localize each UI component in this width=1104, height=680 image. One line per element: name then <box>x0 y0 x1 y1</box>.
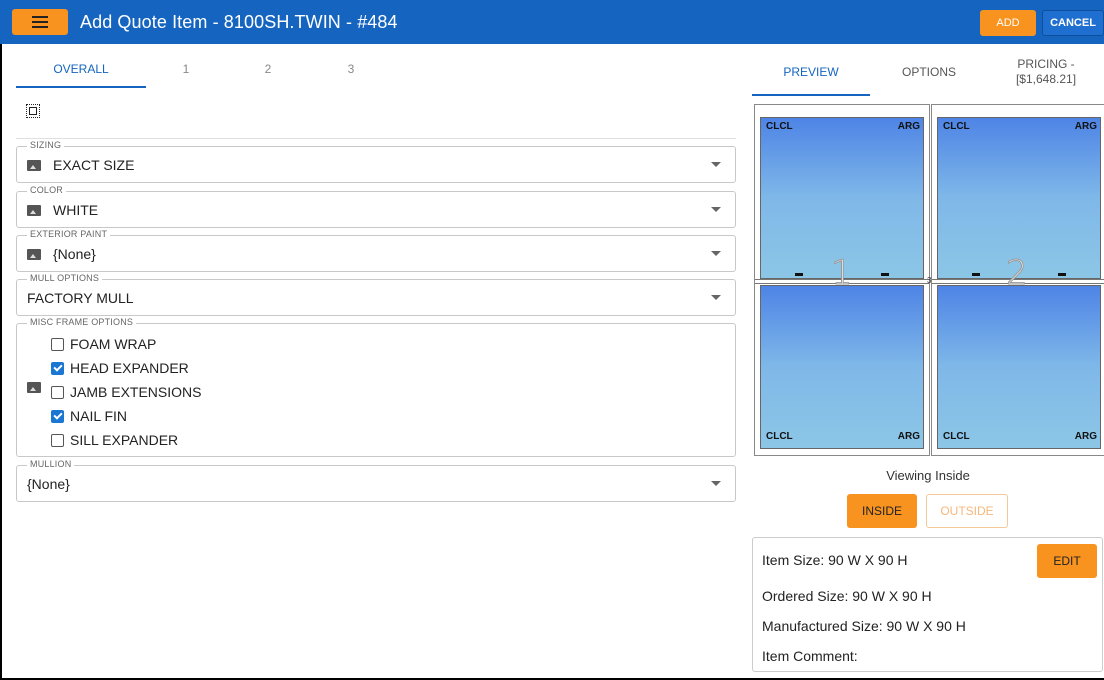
mull-options-value: FACTORY MULL <box>27 290 134 306</box>
mull-options-select[interactable]: MULL OPTIONS FACTORY MULL <box>16 273 736 316</box>
exterior-paint-value: {None} <box>53 246 96 262</box>
checkbox-label: NAIL FIN <box>70 408 128 424</box>
checkbox-checked-icon[interactable] <box>51 361 64 375</box>
bottom-sash-glass: CLCL ARG <box>937 285 1101 449</box>
glass-type-label: CLCL <box>766 431 793 442</box>
item-comment: Item Comment: <box>762 648 858 664</box>
checkbox-icon[interactable] <box>51 433 64 447</box>
gas-type-label: ARG <box>897 121 920 132</box>
checkbox-label: HEAD EXPANDER <box>70 360 189 376</box>
chevron-down-icon <box>711 481 721 486</box>
hamburger-icon <box>32 16 48 28</box>
outside-button[interactable]: OUTSIDE <box>926 494 1008 528</box>
mull-options-legend: MULL OPTIONS <box>27 273 103 283</box>
tab-overall[interactable]: OVERALL <box>16 50 146 88</box>
chevron-down-icon <box>711 251 721 256</box>
manufactured-size: Manufactured Size: 90 W X 90 H <box>762 618 966 634</box>
page-title: Add Quote Item - 8100SH.TWIN - #484 <box>80 12 398 32</box>
checkbox-nail-fin[interactable]: NAIL FIN <box>51 404 201 428</box>
checkbox-label: SILL EXPANDER <box>70 432 179 448</box>
glass-type-label: CLCL <box>943 431 970 442</box>
item-tabs: OVERALL 1 2 3 <box>16 50 736 90</box>
active-tab-indicator <box>16 86 146 88</box>
tab-pricing[interactable]: PRICING - [$1,648.21] <box>988 50 1104 94</box>
image-icon[interactable] <box>27 159 41 171</box>
misc-frame-options: MISC FRAME OPTIONS FOAM WRAP HEAD EXPAND… <box>16 317 736 457</box>
menu-button[interactable] <box>12 9 68 35</box>
color-legend: COLOR <box>27 185 67 195</box>
chevron-down-icon <box>711 295 721 300</box>
color-select[interactable]: COLOR WHITE <box>16 185 736 228</box>
divider <box>16 138 736 139</box>
chevron-down-icon <box>711 207 721 212</box>
viewing-label: Viewing Inside <box>886 468 970 483</box>
tab-2[interactable]: 2 <box>248 50 288 88</box>
unit-number: 2 <box>1006 253 1029 294</box>
select-frame-icon[interactable] <box>26 104 40 118</box>
item-info-panel: Item Size: 90 W X 90 H EDIT Ordered Size… <box>752 537 1103 672</box>
ordered-size: Ordered Size: 90 W X 90 H <box>762 588 932 604</box>
unit-number: 1 <box>831 253 854 294</box>
checkbox-jamb-extensions[interactable]: JAMB EXTENSIONS <box>51 380 201 404</box>
checkbox-head-expander[interactable]: HEAD EXPANDER <box>51 356 201 380</box>
checkbox-icon[interactable] <box>51 337 64 351</box>
mullion-select[interactable]: MULLION {None} <box>16 459 736 502</box>
window-unit-1[interactable]: CLCL ARG CLCL ARG 1 <box>754 104 930 456</box>
exterior-paint-select[interactable]: EXTERIOR PAINT {None} <box>16 229 736 272</box>
window-unit-2[interactable]: CLCL ARG CLCL ARG 2 <box>931 104 1104 456</box>
sizing-select[interactable]: SIZING EXACT SIZE <box>16 140 736 183</box>
sash-lock-icon <box>881 273 889 276</box>
sizing-value: EXACT SIZE <box>53 157 135 173</box>
image-icon[interactable] <box>27 382 41 393</box>
misc-frame-legend: MISC FRAME OPTIONS <box>27 317 137 327</box>
edit-button[interactable]: EDIT <box>1037 544 1097 578</box>
checkbox-checked-icon[interactable] <box>51 409 64 423</box>
tab-3[interactable]: 3 <box>331 50 371 88</box>
mullion-value: {None} <box>27 476 70 492</box>
sizing-legend: SIZING <box>27 140 65 150</box>
image-icon[interactable] <box>27 204 41 216</box>
bottom-sash-glass: CLCL ARG <box>760 285 924 449</box>
header-bar: Add Quote Item - 8100SH.TWIN - #484 ADD … <box>0 0 1104 44</box>
active-tab-indicator <box>752 94 870 96</box>
item-size: Item Size: 90 W X 90 H <box>762 552 908 568</box>
cancel-button[interactable]: CANCEL <box>1042 10 1104 36</box>
sash-lock-icon <box>795 273 803 276</box>
add-button[interactable]: ADD <box>980 10 1036 36</box>
image-icon[interactable] <box>27 248 41 260</box>
checkbox-label: JAMB EXTENSIONS <box>70 384 202 400</box>
tab-options[interactable]: OPTIONS <box>870 50 988 94</box>
checkbox-icon[interactable] <box>51 385 64 399</box>
glass-type-label: CLCL <box>943 121 970 132</box>
tab-preview[interactable]: PREVIEW <box>752 50 870 94</box>
tab-1[interactable]: 1 <box>166 50 206 88</box>
exterior-paint-legend: EXTERIOR PAINT <box>27 229 111 239</box>
sash-lock-icon <box>972 273 980 276</box>
checkbox-foam-wrap[interactable]: FOAM WRAP <box>51 332 201 356</box>
inside-button[interactable]: INSIDE <box>847 494 917 528</box>
sash-lock-icon <box>1058 273 1066 276</box>
preview-tabs: PREVIEW OPTIONS PRICING - [$1,648.21] <box>752 50 1104 96</box>
chevron-down-icon <box>711 162 721 167</box>
checkbox-sill-expander[interactable]: SILL EXPANDER <box>51 428 201 452</box>
gas-type-label: ARG <box>897 431 920 442</box>
checkbox-label: FOAM WRAP <box>70 336 157 352</box>
gas-type-label: ARG <box>1074 431 1097 442</box>
gas-type-label: ARG <box>1074 121 1097 132</box>
glass-type-label: CLCL <box>766 121 793 132</box>
color-value: WHITE <box>53 202 99 218</box>
mullion-legend: MULLION <box>27 459 75 469</box>
